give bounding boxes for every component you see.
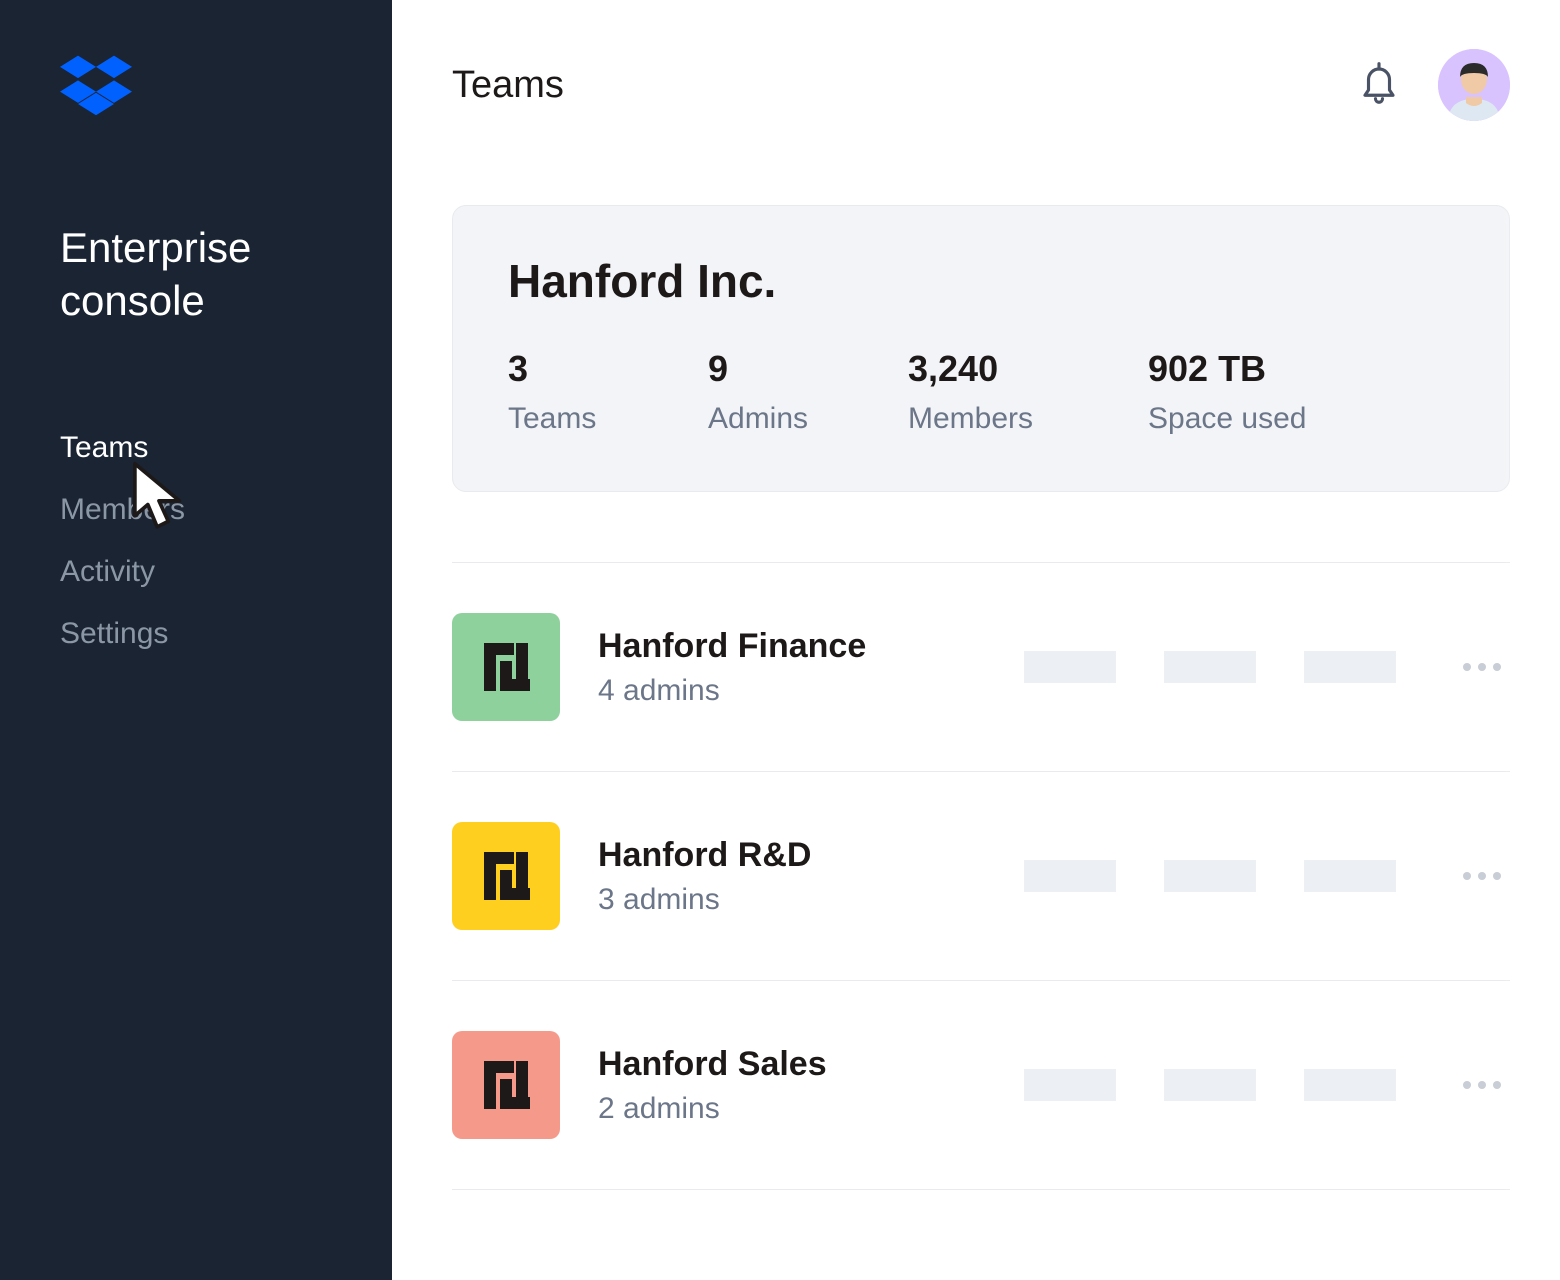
team-subtitle: 2 admins	[598, 1092, 958, 1126]
placeholder-cell	[1304, 651, 1396, 683]
team-row[interactable]: Hanford Sales 2 admins	[452, 980, 1510, 1190]
team-row-placeholders	[996, 860, 1416, 892]
stat-value: 9	[708, 348, 908, 390]
app-title: Enterprise console	[60, 222, 332, 327]
team-subtitle: 3 admins	[598, 883, 958, 917]
sidebar-item-settings[interactable]: Settings	[60, 603, 332, 665]
team-row-placeholders	[996, 651, 1416, 683]
stat-label: Admins	[708, 402, 908, 436]
org-summary-card: Hanford Inc. 3 Teams 9 Admins 3,240 Memb…	[452, 205, 1510, 492]
stat-space-used: 902 TB Space used	[1148, 348, 1388, 436]
team-list: Hanford Finance 4 admins Hanford R&D 3 a…	[452, 562, 1510, 1190]
placeholder-cell	[1164, 1069, 1256, 1101]
team-name: Hanford Sales	[598, 1045, 958, 1084]
dropbox-logo-icon	[60, 55, 332, 122]
stat-label: Space used	[1148, 402, 1388, 436]
placeholder-cell	[1304, 1069, 1396, 1101]
main-content: Teams Hanford Inc.	[392, 0, 1560, 1280]
sidebar-item-activity[interactable]: Activity	[60, 541, 332, 603]
stat-value: 3,240	[908, 348, 1148, 390]
team-name: Hanford Finance	[598, 627, 958, 666]
team-name: Hanford R&D	[598, 836, 958, 875]
org-name: Hanford Inc.	[508, 254, 1454, 308]
placeholder-cell	[1304, 860, 1396, 892]
team-icon	[452, 613, 560, 721]
page-title: Teams	[452, 64, 1358, 107]
placeholder-cell	[1164, 860, 1256, 892]
placeholder-cell	[1024, 1069, 1116, 1101]
stat-value: 3	[508, 348, 708, 390]
more-icon[interactable]	[1454, 1081, 1510, 1089]
more-icon[interactable]	[1454, 663, 1510, 671]
more-icon[interactable]	[1454, 872, 1510, 880]
stat-members: 3,240 Members	[908, 348, 1148, 436]
bell-icon[interactable]	[1358, 60, 1400, 111]
sidebar: Enterprise console Teams Members Activit…	[0, 0, 392, 1280]
stat-teams: 3 Teams	[508, 348, 708, 436]
placeholder-cell	[1024, 860, 1116, 892]
avatar[interactable]	[1438, 49, 1510, 121]
placeholder-cell	[1164, 651, 1256, 683]
team-icon	[452, 822, 560, 930]
sidebar-nav: Teams Members Activity Settings	[60, 417, 332, 665]
team-icon	[452, 1031, 560, 1139]
stat-label: Teams	[508, 402, 708, 436]
topbar: Teams	[452, 0, 1510, 170]
sidebar-item-members[interactable]: Members	[60, 479, 332, 541]
sidebar-item-teams[interactable]: Teams	[60, 417, 332, 479]
team-row-placeholders	[996, 1069, 1416, 1101]
stat-admins: 9 Admins	[708, 348, 908, 436]
stat-value: 902 TB	[1148, 348, 1388, 390]
stat-label: Members	[908, 402, 1148, 436]
team-row[interactable]: Hanford R&D 3 admins	[452, 771, 1510, 980]
team-subtitle: 4 admins	[598, 674, 958, 708]
placeholder-cell	[1024, 651, 1116, 683]
team-row[interactable]: Hanford Finance 4 admins	[452, 562, 1510, 771]
